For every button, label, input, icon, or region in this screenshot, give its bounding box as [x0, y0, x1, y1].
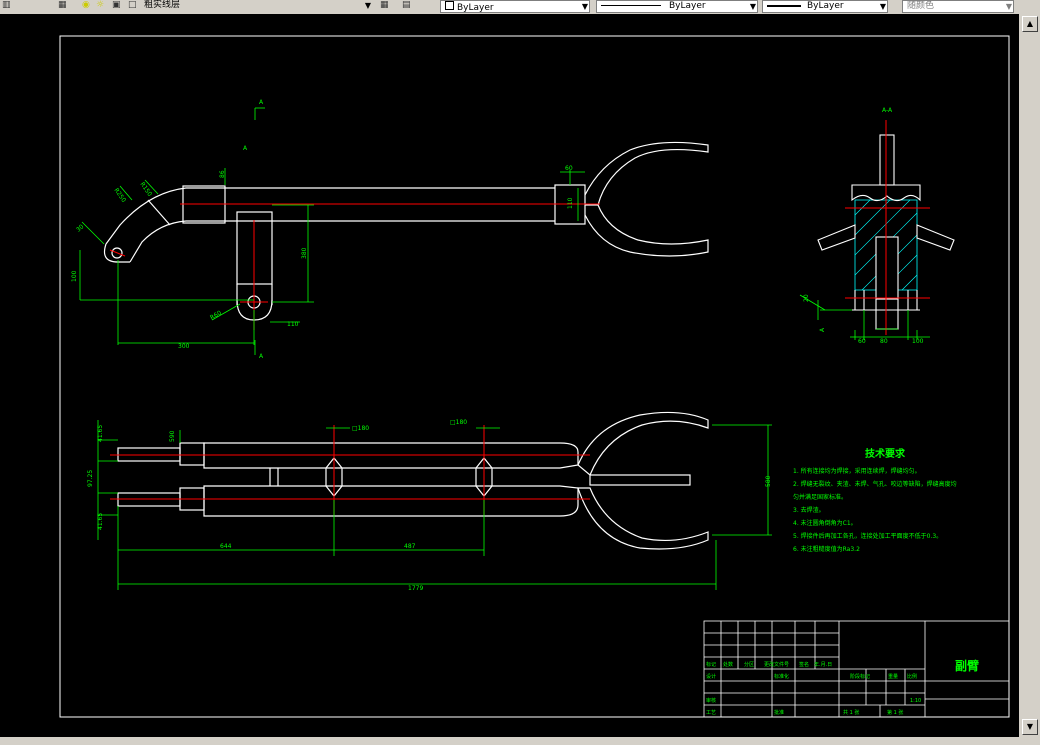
tb-weight: 重量: [888, 673, 898, 680]
dim-100b: 100: [912, 338, 924, 345]
section-view: A-A 80 60 100 20 A: [799, 107, 955, 345]
layer-states-icon[interactable]: ▤: [402, 0, 411, 11]
dim-r150: R150: [138, 181, 153, 198]
layers-icon[interactable]: ▦: [58, 0, 67, 11]
tb-date: 年.月.日: [814, 661, 832, 668]
tb-process: 工艺: [706, 710, 716, 716]
arm-top-centerlines: [110, 425, 590, 515]
arm-front-dim-text: 300 100 380 110 110 60 86 R60 R250 R150 …: [71, 99, 574, 360]
tb-scale: 比例: [907, 673, 917, 680]
arm-top-dim-text: 1779 644 487 580 41.65 97.25 41.65 □180 …: [87, 419, 772, 592]
linetype-control-value: ByLayer: [669, 1, 706, 11]
dim-20: 20: [803, 294, 810, 302]
note-1: 1. 所有连接均为焊接，采用连续焊，焊缝均匀。: [793, 467, 921, 475]
dim-86: 86: [219, 170, 226, 178]
drawing-svg: 300 100 380 110 110 60 86 R60 R250 R150 …: [59, 35, 1010, 718]
section-marker-a-top: A: [259, 99, 264, 106]
layer-prev-icon[interactable]: ▦: [380, 0, 389, 11]
arm-top-view: [117, 411, 709, 550]
dim-1779: 1779: [408, 585, 423, 592]
dim-41-65b: 41.65: [97, 513, 104, 530]
dim-180b: □180: [450, 419, 467, 426]
arm-top-dimensions: [97, 420, 772, 590]
drawing-title: 副臂: [955, 658, 979, 673]
section-marker-a-bottom: A: [259, 353, 264, 360]
color-control[interactable]: ByLayer ▼: [440, 0, 590, 13]
color-swatch-icon: [445, 1, 454, 10]
layer-manager-icon[interactable]: ▥: [2, 0, 11, 11]
lineweight-sample: [767, 4, 801, 7]
dim-60b: 60: [858, 338, 866, 345]
dim-r250: R250: [112, 187, 127, 204]
tb-standardize: 标准化: [774, 673, 789, 680]
dim-180a: □180: [352, 425, 369, 432]
color-control-value: ByLayer: [457, 3, 494, 13]
layer-name: 粗实线层: [144, 0, 181, 10]
lock-icon[interactable]: ▣: [112, 0, 121, 11]
dim-r60: R60: [209, 309, 223, 321]
drawing-canvas[interactable]: 300 100 380 110 110 60 86 R60 R250 R150 …: [0, 14, 1019, 737]
notes-title: 技术要求: [865, 447, 906, 460]
linetype-control[interactable]: ByLayer ▼: [596, 0, 758, 13]
dim-30: 30: [75, 223, 85, 233]
lineweight-control[interactable]: ByLayer ▼: [762, 0, 888, 13]
plotstyle-control-value: 随颜色: [907, 1, 935, 11]
dim-580: 580: [765, 475, 772, 487]
tb-sign: 签名: [799, 661, 809, 668]
dim-41-65: 41.65: [97, 425, 104, 442]
dim-590: 590: [169, 430, 176, 442]
section-marker-a-right: A: [819, 327, 826, 332]
tb-mark: 标记: [706, 661, 716, 668]
title-block-text: 标记 处数 分区 更改文件号 签名 年.月.日 设计 标准化 阶段标记 重量 比…: [706, 658, 979, 716]
tb-total-sheets: 共 1 张: [843, 709, 859, 716]
dim-487: 487: [404, 543, 416, 550]
dim-644: 644: [220, 543, 232, 550]
tb-stage-mark: 阶段标记: [850, 673, 870, 680]
dim-380: 380: [301, 247, 308, 259]
section-label: A-A: [882, 107, 893, 114]
dim-80: 80: [880, 338, 888, 345]
horizontal-scrollbar[interactable]: [0, 737, 1040, 745]
chevron-down-icon[interactable]: ▼: [582, 1, 588, 12]
dim-300: 300: [178, 343, 190, 350]
lineweight-control-value: ByLayer: [807, 1, 844, 11]
scroll-up-icon[interactable]: ▲: [1022, 16, 1038, 32]
tb-count: 处数: [723, 661, 733, 668]
dim-110: 110: [287, 321, 299, 328]
dim-110b: 110: [567, 197, 574, 209]
dim-60: 60: [565, 165, 573, 172]
sun-icon[interactable]: ☼: [96, 0, 104, 11]
scroll-down-icon[interactable]: ▼: [1022, 719, 1038, 735]
chevron-down-icon[interactable]: ▼: [1006, 1, 1012, 12]
lightbulb-icon[interactable]: ◉: [82, 0, 90, 11]
note-6: 6. 未注粗糙度值为Ra3.2: [793, 545, 860, 553]
vertical-scrollbar[interactable]: ▲ ▼: [1019, 14, 1040, 737]
tb-zone: 分区: [744, 661, 754, 668]
dim-97-25: 97.25: [87, 470, 94, 487]
tb-approve: 批准: [774, 709, 784, 716]
properties-toolbar: ▥ ▦ ◉ ☼ ▣ □ 粗实线层 ▼ ▦ ▤ ByLayer ▼ ByLayer…: [0, 0, 1040, 15]
arm-front-view: [103, 141, 709, 321]
section-marker-a-mid: A: [243, 145, 248, 152]
layer-dropdown[interactable]: 粗实线层 ▼: [136, 0, 372, 11]
note-4: 4. 未注圆角倒角为C1。: [793, 519, 857, 527]
note-2b: 匀并满足国家标准。: [793, 493, 847, 501]
chevron-down-icon[interactable]: ▼: [750, 1, 756, 12]
linetype-sample: [601, 5, 661, 6]
technical-notes: 技术要求 1. 所有连接均为焊接，采用连续焊，焊缝均匀。 2. 焊缝无裂纹、夹渣…: [793, 447, 957, 553]
chevron-down-icon[interactable]: ▼: [880, 1, 886, 12]
dim-100: 100: [71, 270, 78, 282]
note-2: 2. 焊缝无裂纹、夹渣、未焊、气孔、咬边等缺陷，焊缝高度均: [793, 480, 957, 488]
tb-design: 设计: [706, 673, 716, 680]
sheet-border: [59, 35, 1010, 718]
plotstyle-control[interactable]: 随颜色 ▼: [902, 0, 1014, 13]
note-5: 5. 焊接件后再加工各孔，连接处加工平面度不低于0.3。: [793, 532, 942, 540]
chevron-down-icon[interactable]: ▼: [365, 0, 371, 11]
arm-front-dimensions: [79, 107, 585, 355]
tb-scale-value: 1:10: [910, 698, 921, 704]
tb-change-doc: 更改文件号: [764, 661, 789, 668]
note-3: 3. 去焊渣。: [793, 506, 825, 514]
tb-review: 审核: [706, 697, 716, 704]
tb-sheet-no: 第 1 张: [887, 709, 903, 716]
